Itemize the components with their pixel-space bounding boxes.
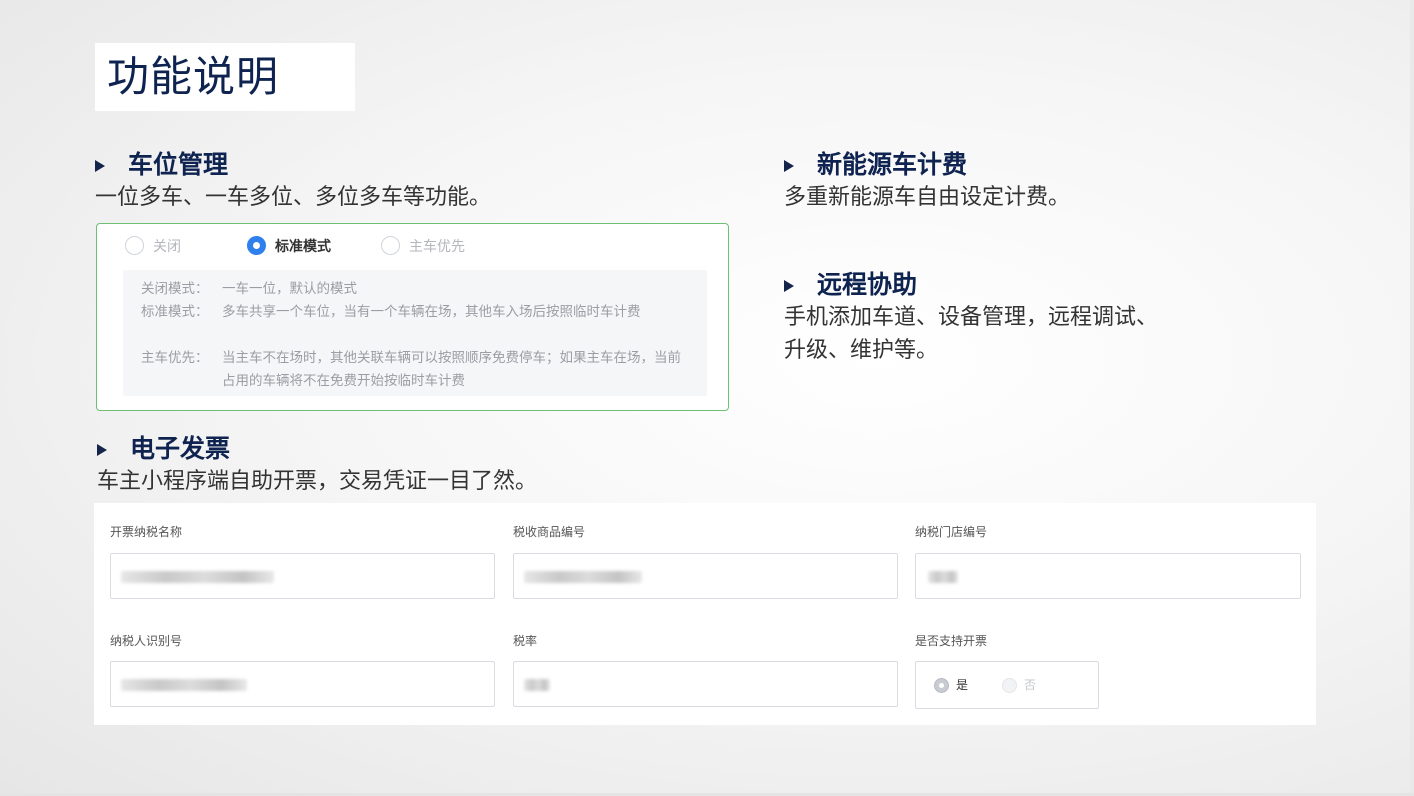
- radio-no-label: 否: [1024, 678, 1037, 692]
- label-goods-code: 税收商品编号: [513, 525, 586, 539]
- feature-invoice-heading: 电子发票: [130, 434, 231, 463]
- invoice-name-input[interactable]: [110, 553, 495, 599]
- blurred-value: [121, 679, 247, 691]
- mode-description-box: 关闭模式： 一车一位，默认的模式 标准模式： 多车共享一个车位，当有一个车辆在场…: [123, 270, 707, 396]
- blurred-value: [928, 571, 958, 583]
- parking-mode-panel: 关闭 标准模式 主车优先 关闭模式： 一车一位，默认的模式 标准模式： 多车共享…: [96, 223, 729, 411]
- label-taxpayer-id: 纳税人识别号: [110, 634, 183, 648]
- title-box: 功能说明: [95, 43, 355, 111]
- mode-main-first-key: 主车优先：: [141, 350, 209, 365]
- mode-standard-value: 多车共享一个车位，当有一个车辆在场，其他车入场后按照临时车计费: [222, 304, 641, 319]
- radio-off-label: 关闭: [153, 238, 181, 254]
- feature-invoice: 电子发票 车主小程序端自助开票，交易凭证一目了然。: [97, 434, 797, 498]
- page-title: 功能说明: [107, 52, 280, 101]
- mode-off-key: 关闭模式：: [141, 281, 209, 296]
- radio-off-circle[interactable]: [125, 236, 144, 255]
- feature-remote-desc: 手机添加车道、设备管理，远程调试、 升级、维护等。: [784, 305, 1159, 363]
- mode-main-first-value: 当主车不在场时，其他关联车辆可以按照顺序免费停车；如果主车在场，当前占用的车辆将…: [222, 350, 681, 388]
- feature-new-energy-heading: 新能源车计费: [817, 150, 968, 179]
- feature-new-energy: 新能源车计费 多重新能源车自由设定计费。: [784, 150, 1284, 214]
- bullet-triangle-icon: [95, 160, 105, 172]
- invoice-form-panel: 开票纳税名称 税收商品编号 纳税门店编号 纳税人识别号 税率 是否支持开票 是 …: [94, 503, 1316, 725]
- blurred-value: [524, 571, 642, 583]
- feature-parking-desc: 一位多车、一车多位、多位多车等功能。: [95, 185, 492, 210]
- taxpayer-id-input[interactable]: [110, 661, 495, 707]
- slide-right-edge: [1410, 0, 1414, 796]
- radio-main-first-label: 主车优先: [409, 238, 465, 254]
- label-store-code: 纳税门店编号: [915, 525, 988, 539]
- blurred-value: [524, 679, 550, 691]
- radio-yes-label: 是: [956, 678, 969, 692]
- feature-new-energy-desc: 多重新能源车自由设定计费。: [784, 185, 1071, 210]
- feature-new-energy-head: 新能源车计费: [784, 150, 1284, 182]
- feature-invoice-head: 电子发票: [97, 434, 797, 466]
- radio-no[interactable]: [1002, 678, 1017, 693]
- mode-off-value: 一车一位，默认的模式: [222, 281, 357, 296]
- radio-main-first-circle[interactable]: [381, 236, 400, 255]
- radio-standard-label: 标准模式: [275, 238, 331, 254]
- feature-parking: 车位管理 一位多车、一车多位、多位多车等功能。: [95, 150, 735, 214]
- feature-parking-head: 车位管理: [95, 150, 735, 182]
- label-tax-rate: 税率: [513, 634, 538, 648]
- label-support-invoice: 是否支持开票: [915, 634, 988, 648]
- bullet-triangle-icon: [784, 280, 794, 292]
- bullet-triangle-icon: [784, 160, 794, 172]
- support-invoice-radio-group: 是 否: [915, 661, 1099, 709]
- tax-rate-input[interactable]: [513, 661, 898, 707]
- radio-standard-circle[interactable]: [247, 236, 266, 255]
- feature-remote-heading: 远程协助: [817, 270, 918, 299]
- store-code-input[interactable]: [915, 553, 1301, 599]
- blurred-value: [121, 571, 274, 583]
- feature-remote-head: 远程协助: [784, 270, 1304, 302]
- radio-yes[interactable]: [934, 678, 949, 693]
- bullet-triangle-icon: [97, 444, 107, 456]
- feature-parking-heading: 车位管理: [128, 150, 229, 179]
- feature-invoice-desc: 车主小程序端自助开票，交易凭证一目了然。: [97, 469, 538, 494]
- feature-remote: 远程协助 手机添加车道、设备管理，远程调试、 升级、维护等。: [784, 270, 1304, 367]
- label-invoice-name: 开票纳税名称: [110, 525, 183, 539]
- goods-code-input[interactable]: [513, 553, 898, 599]
- mode-standard-key: 标准模式：: [141, 304, 209, 319]
